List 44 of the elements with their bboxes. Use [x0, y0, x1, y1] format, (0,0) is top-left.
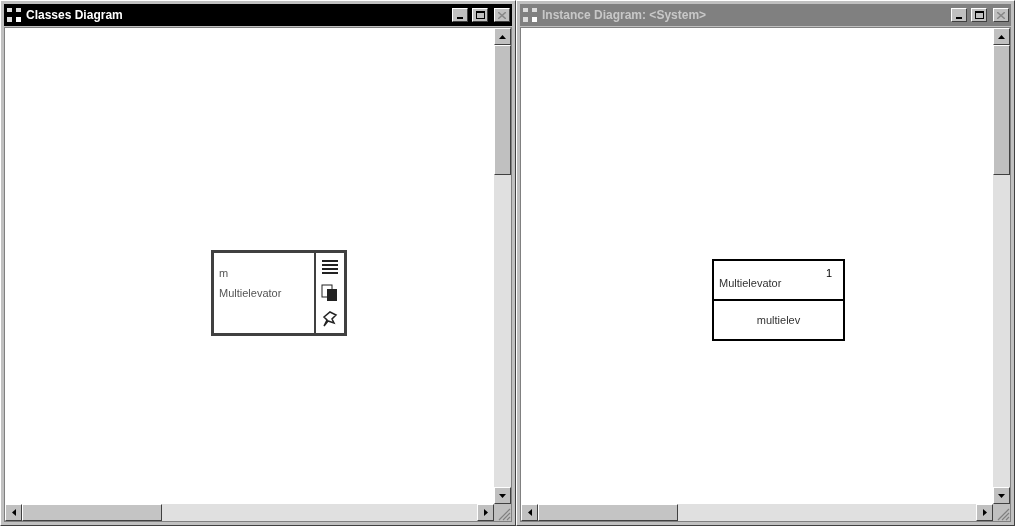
- vertical-scrollbar[interactable]: [494, 28, 511, 504]
- class-node[interactable]: m Multielevator: [211, 250, 347, 336]
- window-title: Instance Diagram: <System>: [542, 7, 708, 24]
- scroll-right-icon: [982, 509, 987, 516]
- instance-count: 1: [825, 266, 832, 281]
- scroll-up-icon: [499, 34, 506, 39]
- class-label: m: [219, 266, 230, 281]
- maximize-button[interactable]: [472, 8, 488, 22]
- class-label: Multielevator: [219, 286, 283, 301]
- resize-grip[interactable]: [498, 508, 511, 521]
- scroll-left-icon: [527, 509, 532, 516]
- diagram-icon: [522, 7, 538, 23]
- horizontal-scrollbar[interactable]: [521, 504, 993, 521]
- scroll-down-icon: [499, 493, 506, 498]
- maximize-icon: [475, 11, 485, 19]
- close-button[interactable]: [494, 8, 510, 22]
- scroll-thumb[interactable]: [993, 45, 1010, 175]
- minimize-button[interactable]: [452, 8, 468, 22]
- resize-grip[interactable]: [997, 508, 1010, 521]
- scroll-up-icon: [998, 34, 1005, 39]
- minimize-icon: [956, 17, 962, 19]
- scroll-right-icon: [483, 509, 488, 516]
- horizontal-scrollbar[interactable]: [5, 504, 494, 521]
- documents-icon[interactable]: [321, 284, 339, 302]
- window-title: Classes Diagram: [26, 7, 124, 24]
- minimize-icon: [457, 17, 463, 19]
- scroll-thumb[interactable]: [538, 504, 678, 521]
- vertical-scrollbar[interactable]: [993, 28, 1010, 504]
- scroll-thumb[interactable]: [22, 504, 162, 521]
- list-icon[interactable]: [321, 259, 339, 276]
- scroll-down-icon: [998, 493, 1005, 498]
- instance-name: multielev: [756, 312, 801, 328]
- maximize-button[interactable]: [971, 8, 987, 22]
- scroll-left-icon: [11, 509, 16, 516]
- scroll-thumb[interactable]: [494, 45, 511, 175]
- minimize-button[interactable]: [951, 8, 967, 22]
- close-button[interactable]: [993, 8, 1009, 22]
- class-name: Multielevator: [719, 275, 782, 291]
- diagram-icon: [6, 7, 22, 23]
- close-icon: [997, 11, 1005, 19]
- pin-icon[interactable]: [322, 310, 338, 327]
- maximize-icon: [974, 11, 984, 19]
- close-icon: [498, 11, 506, 19]
- instance-node[interactable]: Multielevator 1 multielev: [712, 259, 845, 341]
